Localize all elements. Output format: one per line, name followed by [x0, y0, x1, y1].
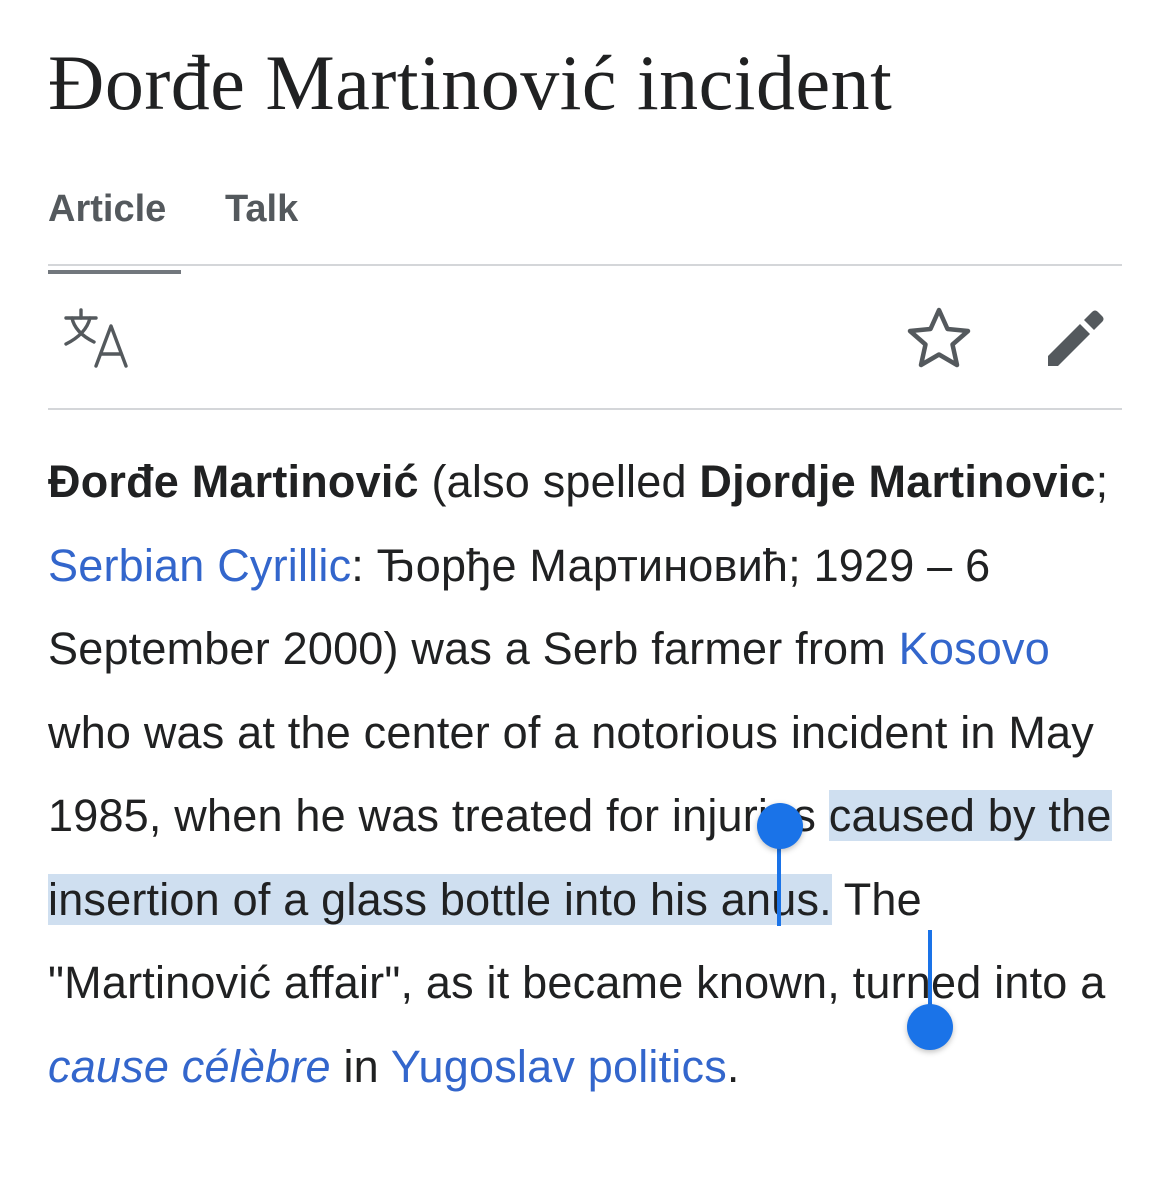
text-segment: in	[330, 1040, 391, 1092]
article-body: Đorđe Martinović (also spelled Djordje M…	[48, 440, 1128, 1108]
star-icon[interactable]	[904, 304, 974, 379]
text-segment: ;	[1095, 456, 1109, 507]
link-kosovo[interactable]: Kosovo	[899, 623, 1050, 674]
translate-icon[interactable]	[62, 304, 134, 381]
page-tabs: Article Talk	[48, 180, 1122, 274]
tab-talk[interactable]: Talk	[225, 188, 298, 231]
page-title: Đorđe Martinović incident	[48, 39, 893, 126]
lead-paragraph: Đorđe Martinović (also spelled Djordje M…	[48, 440, 1128, 1108]
alt-name: Djordje Martinovic	[699, 456, 1096, 507]
pencil-icon[interactable]	[1040, 304, 1110, 379]
page-actions-toolbar	[48, 264, 1122, 410]
subject-name: Đorđe Martinović	[48, 456, 419, 507]
tab-article[interactable]: Article	[48, 188, 182, 274]
link-yugoslav-politics[interactable]: Yugoslav politics	[391, 1041, 727, 1092]
link-serbian-cyrillic[interactable]: Serbian Cyrillic	[48, 540, 351, 591]
link-cause-celebre[interactable]: cause célèbre	[48, 1041, 331, 1092]
selection-end-handle[interactable]	[907, 1004, 953, 1050]
text-segment: .	[726, 1040, 740, 1092]
selection-start-handle[interactable]	[757, 803, 803, 849]
text-segment: (also spelled	[418, 456, 700, 507]
